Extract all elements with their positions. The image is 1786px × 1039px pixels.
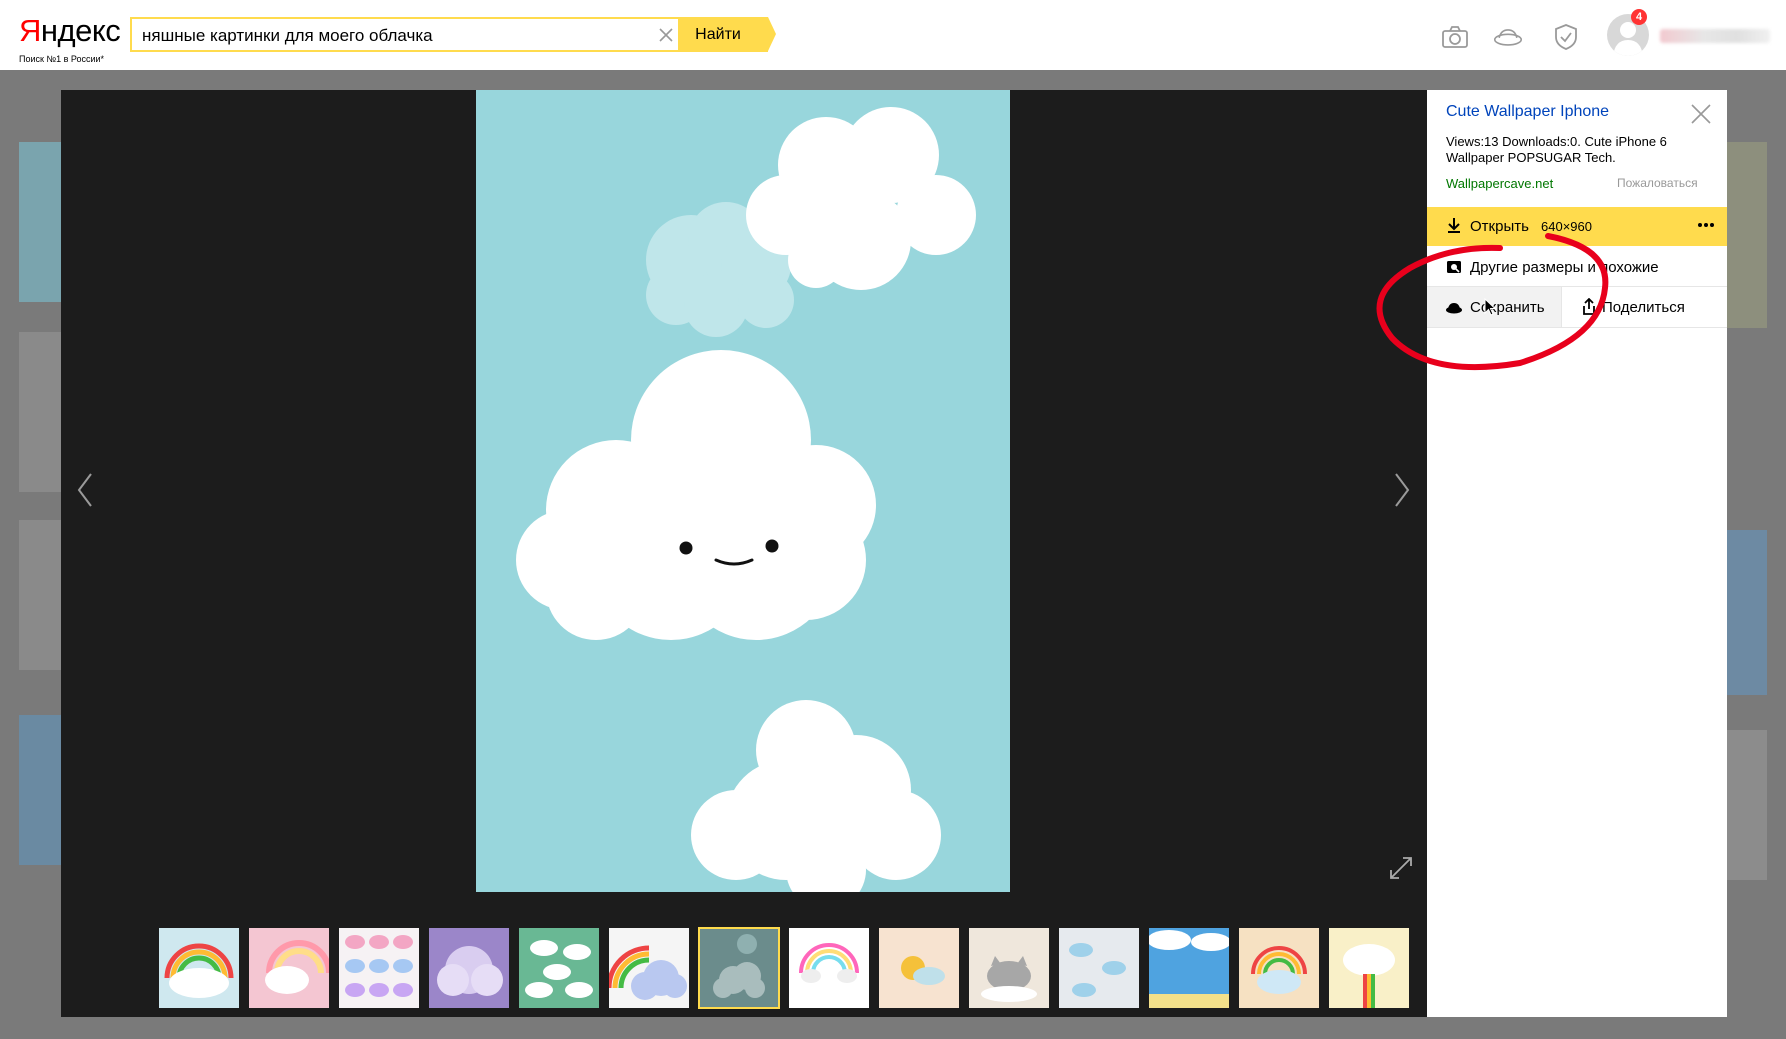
thumbnail[interactable] (1149, 928, 1229, 1008)
other-sizes-label: Другие размеры и похожие (1470, 259, 1659, 276)
clear-icon[interactable] (656, 25, 676, 45)
search-similar-icon (1447, 261, 1461, 273)
thumbnail[interactable] (609, 928, 689, 1008)
thumbnail[interactable] (249, 928, 329, 1008)
thumbnail[interactable] (1329, 928, 1409, 1008)
yandex-logo[interactable]: Яндекс (19, 13, 121, 49)
open-label: Открыть (1470, 218, 1529, 235)
action-row: Сохранить Поделиться (1427, 287, 1727, 328)
thumbnail[interactable] (339, 928, 419, 1008)
tagline: Поиск №1 в России* (19, 54, 105, 64)
main-image[interactable] (476, 90, 1010, 892)
fullscreen-icon[interactable] (1388, 855, 1414, 881)
report-link[interactable]: Пожаловаться (1617, 176, 1698, 190)
thumbnail[interactable] (429, 928, 509, 1008)
other-sizes-button[interactable]: Другие размеры и похожие (1427, 248, 1727, 287)
result-tile (19, 520, 61, 670)
username[interactable] (1660, 29, 1770, 43)
save-label: Сохранить (1470, 299, 1545, 316)
share-icon (1583, 298, 1595, 315)
next-arrow-icon[interactable] (1390, 470, 1414, 510)
logo-text: ндекс (40, 13, 121, 48)
camera-icon[interactable] (1440, 22, 1470, 52)
disk-icon (1446, 303, 1462, 314)
notification-badge: 4 (1631, 9, 1647, 25)
image-size: 640×960 (1541, 219, 1592, 234)
thumbnail[interactable] (1239, 928, 1319, 1008)
search-button[interactable]: Найти (680, 17, 776, 52)
mouse-cursor-icon (1484, 298, 1496, 316)
result-tile (1727, 530, 1767, 695)
thumbnail[interactable] (519, 928, 599, 1008)
prev-arrow-icon[interactable] (73, 470, 97, 510)
header: Яндекс Поиск №1 в России* Найти 4 (0, 0, 1786, 70)
share-label: Поделиться (1602, 299, 1685, 316)
source-link[interactable]: Wallpapercave.net (1446, 176, 1553, 191)
logo-letter: Я (19, 13, 41, 48)
thumbnail[interactable] (789, 928, 869, 1008)
thumbnail[interactable] (969, 928, 1049, 1008)
result-tile (1727, 730, 1767, 880)
image-description: Views:13 Downloads:0. Cute iPhone 6 Wall… (1446, 134, 1667, 165)
thumbnail[interactable] (159, 928, 239, 1008)
share-button[interactable]: Поделиться (1561, 287, 1728, 327)
search-input[interactable] (142, 25, 642, 47)
image-info-panel: Cute Wallpaper Iphone Views:13 Downloads… (1427, 90, 1727, 1017)
thumbnail[interactable] (1059, 928, 1139, 1008)
search-box (130, 17, 680, 52)
download-icon (1448, 218, 1460, 233)
thumbnail[interactable] (879, 928, 959, 1008)
image-title[interactable]: Cute Wallpaper Iphone (1446, 103, 1609, 121)
result-tile (19, 332, 61, 492)
result-tile (19, 142, 61, 302)
result-tile (1727, 142, 1767, 328)
result-tile (19, 715, 61, 865)
open-button[interactable]: Открыть 640×960 (1427, 207, 1727, 246)
more-icon[interactable] (1697, 220, 1715, 230)
close-icon[interactable] (1689, 102, 1713, 126)
thumbnail-active[interactable] (698, 927, 780, 1009)
shield-icon[interactable] (1551, 22, 1581, 52)
disk-icon[interactable] (1493, 22, 1523, 52)
